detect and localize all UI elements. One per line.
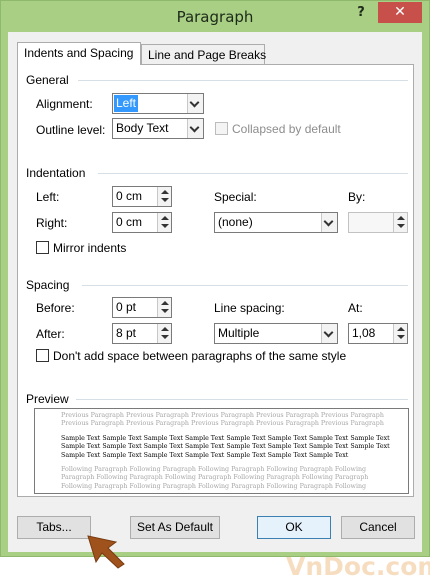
preview-sample-line: Sample Text Sample Text Sample Text Samp… [61, 443, 390, 451]
by-label: By: [348, 190, 366, 204]
spin-down-icon[interactable] [397, 224, 405, 228]
spin-down-icon[interactable] [161, 198, 169, 202]
special-value: (none) [218, 215, 253, 229]
spinner-buttons[interactable] [157, 324, 171, 343]
collapsed-by-default-label: Collapsed by default [232, 122, 341, 136]
title-bar[interactable]: Paragraph ? ✕ [1, 1, 429, 33]
indent-right-value: 0 cm [116, 215, 143, 229]
pointer-arrow-icon [87, 535, 125, 569]
spinner-buttons[interactable] [157, 187, 171, 206]
spin-up-icon[interactable] [397, 216, 405, 220]
vndoc-watermark-logo: VnDoc.com [286, 552, 430, 581]
at-value: 1,08 [352, 326, 376, 340]
spinner-buttons[interactable] [393, 324, 407, 343]
chevron-down-icon[interactable] [187, 94, 203, 113]
tabs-button[interactable]: Tabs... [17, 516, 91, 539]
general-section-title: General [26, 73, 69, 87]
preview-section-title: Preview [26, 392, 69, 406]
chevron-down-icon[interactable] [187, 119, 203, 138]
line-spacing-dropdown[interactable]: Multiple [214, 323, 338, 344]
spin-up-icon[interactable] [397, 327, 405, 331]
ok-button[interactable]: OK [257, 516, 331, 539]
preview-pane: Previous Paragraph Previous Paragraph Pr… [34, 408, 409, 494]
at-stepper[interactable]: 1,08 [348, 323, 408, 344]
general-divider [78, 80, 408, 81]
alignment-value: Left [114, 95, 139, 112]
close-button[interactable]: ✕ [378, 2, 422, 23]
spacing-before-label: Before: [36, 301, 75, 315]
line-spacing-label: Line spacing: [214, 301, 285, 315]
spacing-divider [82, 285, 408, 286]
spacing-after-label: After: [36, 327, 65, 341]
outline-level-value: Body Text [116, 121, 169, 135]
tab-panel-indents-and-spacing: General Alignment: Left Outline level: B… [17, 64, 414, 497]
special-label: Special: [214, 190, 257, 204]
preview-following-line: Paragraph Following Paragraph Following … [61, 474, 369, 482]
line-spacing-value: Multiple [218, 326, 260, 340]
preview-following-line: Following Paragraph Following Paragraph … [61, 482, 367, 490]
at-label: At: [348, 301, 363, 315]
spin-down-icon[interactable] [161, 335, 169, 339]
close-icon: ✕ [394, 4, 406, 20]
spin-up-icon[interactable] [161, 327, 169, 331]
indentation-section-title: Indentation [26, 166, 86, 180]
paragraph-dialog: Paragraph ? ✕ Indents and Spacing Line a… [0, 0, 430, 557]
help-button[interactable]: ? [351, 5, 371, 25]
indent-left-value: 0 cm [116, 189, 143, 203]
preview-sample-line: Sample Text Sample Text Sample Text Samp… [61, 434, 390, 442]
outline-level-dropdown[interactable]: Body Text [112, 118, 204, 139]
spin-down-icon[interactable] [161, 309, 169, 313]
indentation-divider [98, 173, 408, 174]
preview-divider [76, 399, 408, 400]
set-as-default-button[interactable]: Set As Default [130, 516, 220, 539]
preview-following-line: Following Paragraph Following Paragraph … [61, 466, 367, 474]
spinner-buttons[interactable] [393, 213, 407, 232]
mirror-indents-label: Mirror indents [53, 241, 127, 255]
chevron-down-icon[interactable] [321, 213, 337, 232]
dont-add-space-label: Don't add space between paragraphs of th… [53, 349, 347, 363]
alignment-dropdown[interactable]: Left [112, 93, 204, 114]
dont-add-space-checkbox[interactable] [36, 349, 49, 362]
tab-indents-and-spacing[interactable]: Indents and Spacing [17, 42, 141, 65]
preview-previous-line: Previous Paragraph Previous Paragraph Pr… [61, 412, 384, 419]
alignment-label: Alignment: [36, 97, 93, 111]
indent-left-stepper[interactable]: 0 cm [112, 186, 172, 207]
spacing-before-value: 0 pt [116, 300, 137, 314]
mirror-indents-checkbox[interactable] [36, 241, 49, 254]
preview-previous-line: Previous Paragraph Previous Paragraph Pr… [61, 420, 384, 428]
special-dropdown[interactable]: (none) [214, 212, 338, 233]
tab-line-and-page-breaks[interactable]: Line and Page Breaks [141, 44, 266, 66]
cancel-button[interactable]: Cancel [341, 516, 415, 539]
spinner-buttons[interactable] [157, 213, 171, 232]
spacing-after-value: 8 pt [116, 326, 137, 340]
spacing-section-title: Spacing [26, 278, 70, 292]
spacing-after-stepper[interactable]: 8 pt [112, 323, 172, 344]
indent-right-label: Right: [36, 216, 68, 230]
dialog-client-area: Indents and Spacing Line and Page Breaks… [8, 32, 422, 552]
spin-down-icon[interactable] [397, 335, 405, 339]
collapsed-by-default-checkbox[interactable] [215, 122, 228, 135]
chevron-down-icon[interactable] [321, 324, 337, 343]
spin-up-icon[interactable] [161, 190, 169, 194]
spacing-before-stepper[interactable]: 0 pt [112, 297, 172, 318]
spin-up-icon[interactable] [161, 216, 169, 220]
indent-right-stepper[interactable]: 0 cm [112, 212, 172, 233]
outline-level-label: Outline level: [36, 123, 106, 137]
spinner-buttons[interactable] [157, 298, 171, 317]
by-stepper[interactable] [348, 212, 408, 233]
spin-up-icon[interactable] [161, 301, 169, 305]
spin-down-icon[interactable] [161, 224, 169, 228]
preview-sample-line: Sample Text Sample Text Sample Text Samp… [61, 451, 349, 459]
indent-left-label: Left: [36, 190, 60, 204]
